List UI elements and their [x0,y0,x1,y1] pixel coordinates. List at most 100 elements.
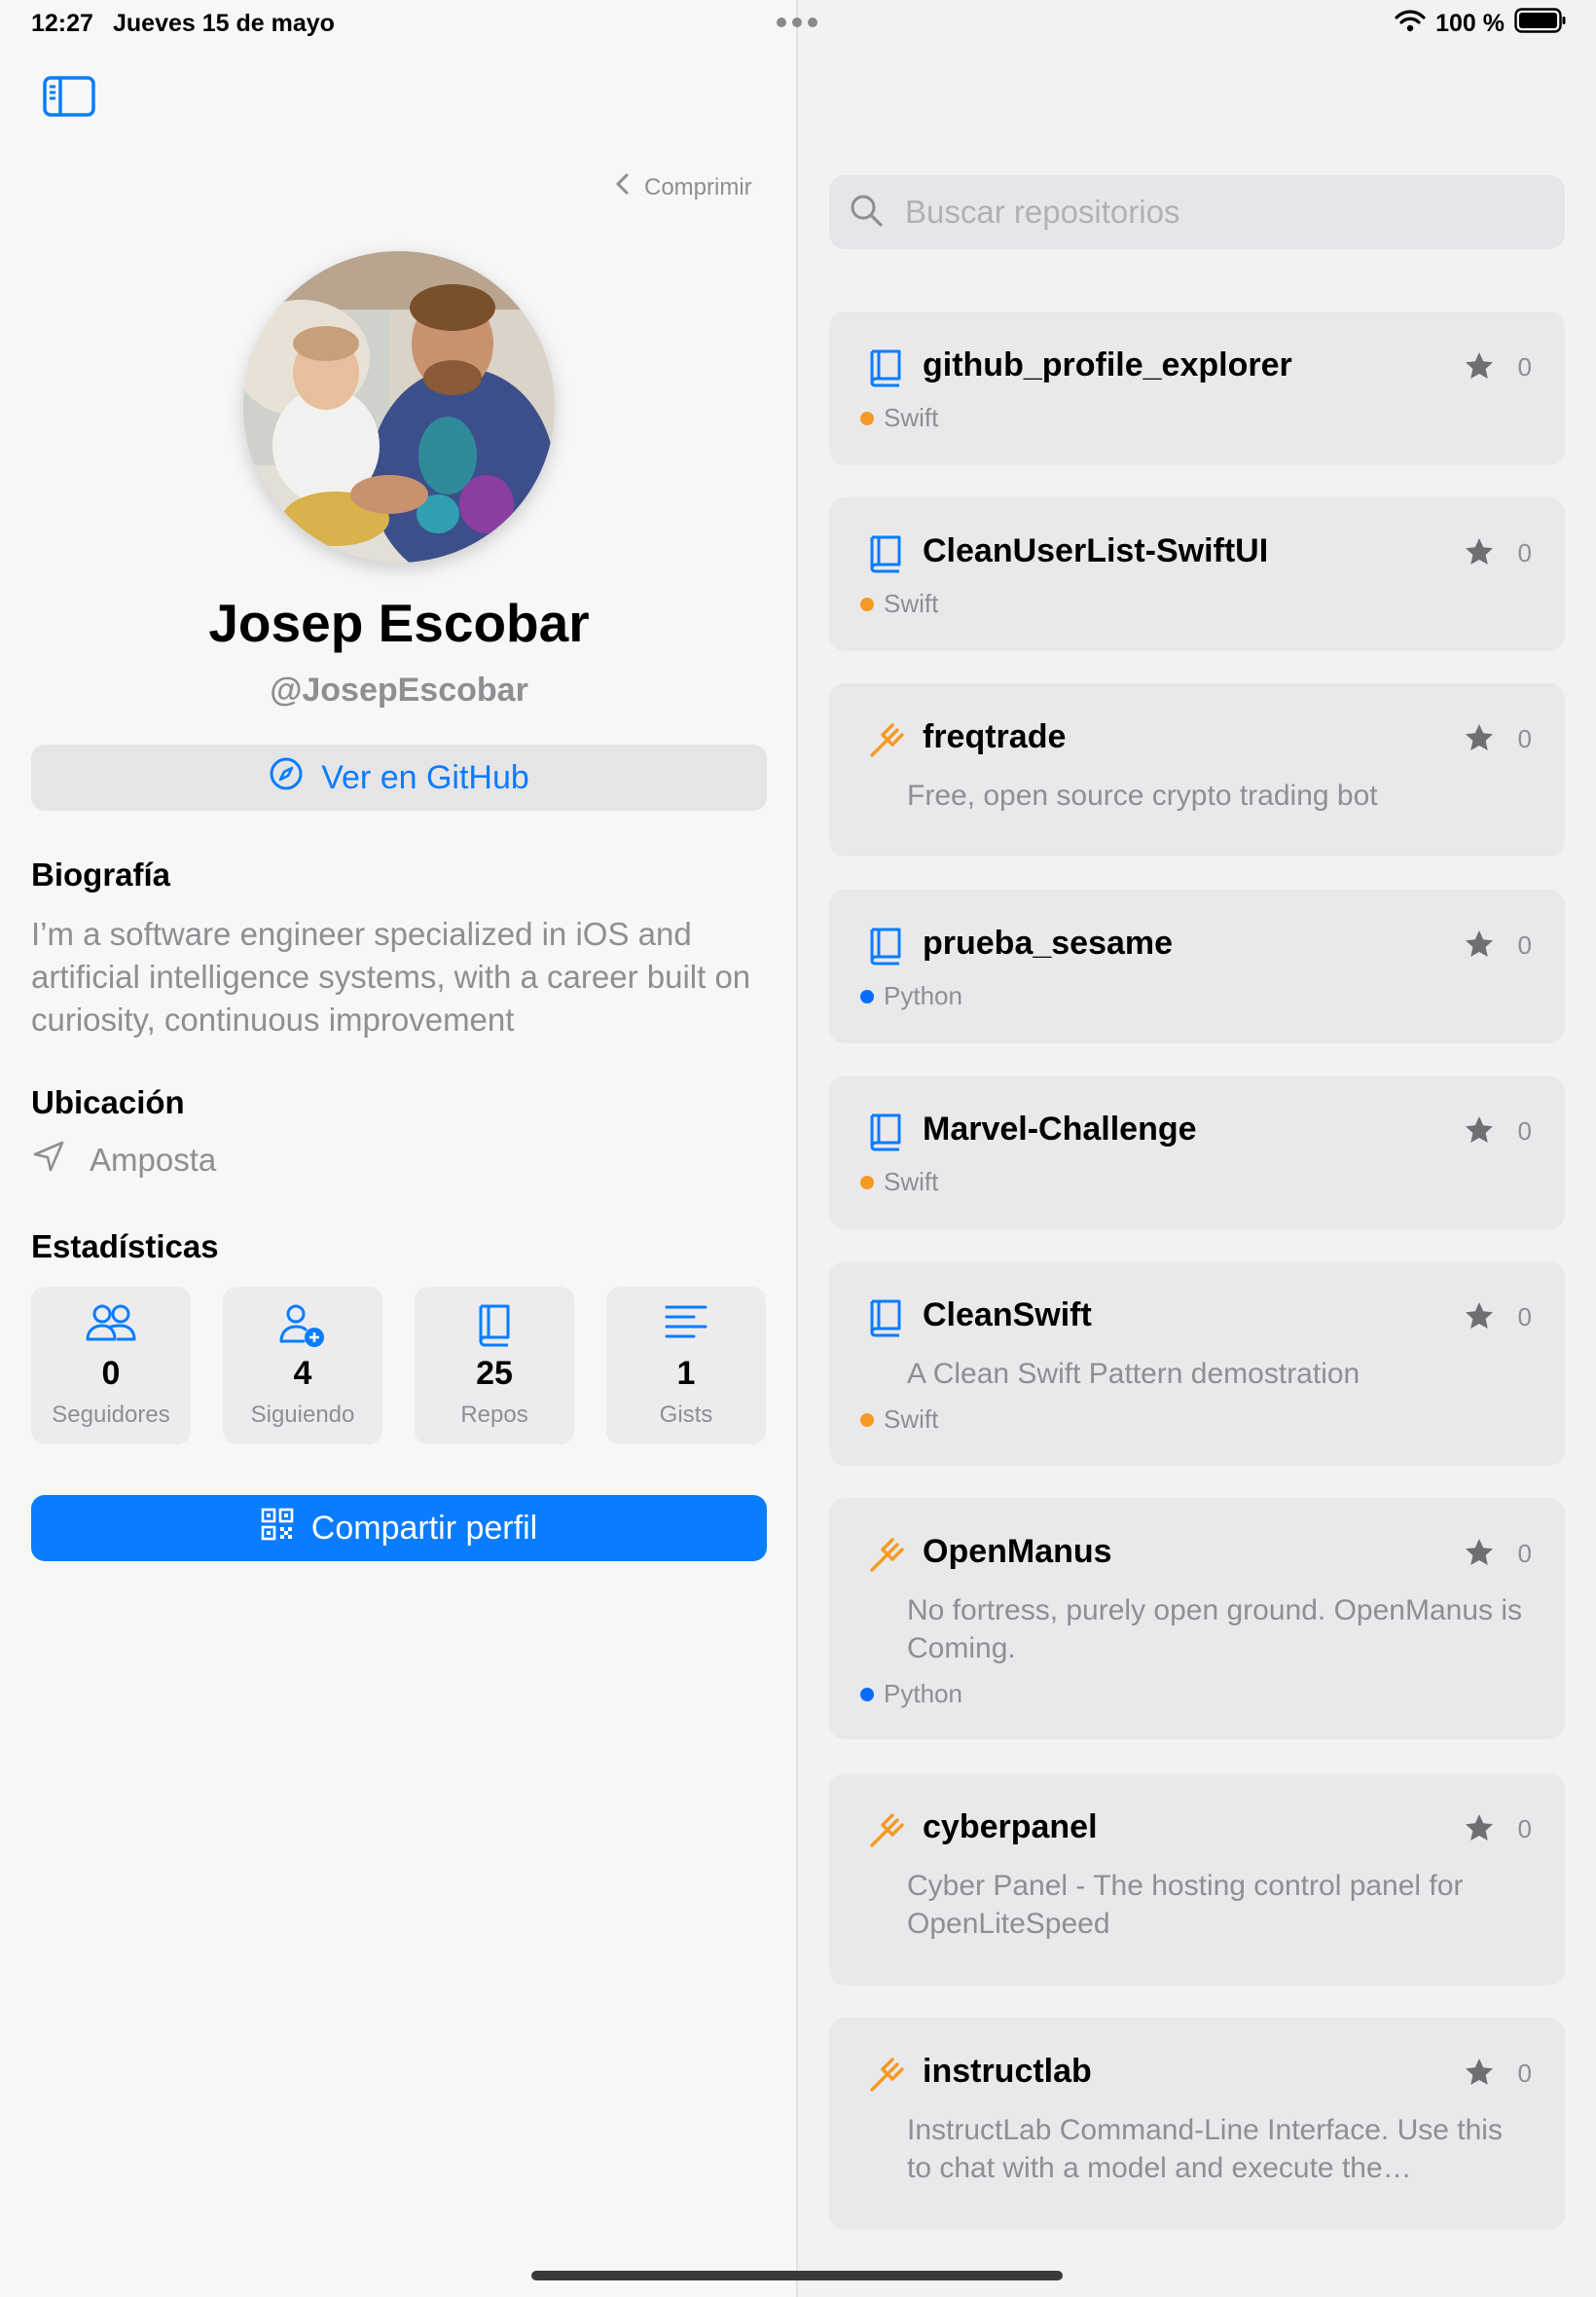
repo-card[interactable]: CleanUserList-SwiftUI 0 Swift [829,497,1565,651]
star-icon [1464,350,1495,382]
book-icon [415,1302,574,1347]
stat-following[interactable]: 4 Siguiendo [223,1287,382,1444]
share-profile-button[interactable]: Compartir perfil [31,1495,767,1561]
stats-title: Estadísticas [31,1228,219,1264]
location-text: Amposta [90,1142,217,1178]
repo-star-count: 0 [1517,538,1532,567]
search-icon [849,193,884,233]
view-on-github-button[interactable]: Ver en GitHub [31,745,767,811]
repo-language: Python [860,981,962,1011]
stat-followers[interactable]: 0 Seguidores [31,1287,191,1444]
repo-name: CleanSwift [923,1296,1092,1333]
repo-name: instructlab [923,2053,1092,2090]
language-dot-icon [860,597,874,611]
fork-icon [866,2055,905,2094]
fork-icon [866,720,905,759]
location-arrow-icon [31,1139,66,1182]
repo-language-label: Swift [884,403,939,432]
repo-star-count: 0 [1517,1539,1532,1568]
book-icon [866,1298,905,1337]
status-time: 12:27 [31,10,93,37]
collapse-label: Comprimir [644,173,752,201]
book-icon [866,927,905,966]
repo-language: Python [860,1679,962,1709]
repo-name: freqtrade [923,718,1067,755]
star-icon [1464,2057,1495,2088]
status-indicators: 100 % [1395,8,1567,40]
language-dot-icon [860,411,874,425]
bio-title: Biografía [31,857,171,893]
person-add-icon [223,1302,382,1349]
repo-language-label: Swift [884,1167,939,1196]
lines-icon [606,1302,766,1341]
repo-name: prueba_sesame [923,925,1174,962]
repo-description: No fortress, purely open ground. OpenMan… [907,1594,1523,1664]
search-input[interactable] [905,194,1528,231]
repo-description: A Clean Swift Pattern demostration [907,1358,1360,1390]
repo-card[interactable]: github_profile_explorer 0 Swift [829,311,1565,465]
repo-language-label: Swift [884,589,939,618]
book-icon [866,348,905,387]
qr-code-icon [261,1508,294,1550]
star-icon [1464,1537,1495,1568]
repo-card[interactable]: prueba_sesame 0 Python [829,890,1565,1043]
stat-label: Seguidores [52,1402,170,1428]
battery-icon [1514,8,1567,40]
wifi-icon [1395,9,1426,39]
repo-language-label: Swift [884,1404,939,1434]
fork-icon [866,1810,905,1849]
star-icon [1464,1300,1495,1331]
compass-icon [269,756,304,800]
repo-description: Cyber Panel - The hosting control panel … [907,1870,1464,1940]
home-indicator[interactable] [531,2271,1063,2280]
repo-description: Free, open source crypto trading bot [907,780,1378,812]
view-on-github-label: Ver en GitHub [321,758,529,796]
search-field[interactable] [829,175,1565,249]
repo-language: Swift [860,1404,938,1435]
share-profile-label: Compartir perfil [310,1509,538,1547]
stat-value: 4 [293,1355,312,1392]
stat-repos[interactable]: 25 Repos [415,1287,574,1444]
multitasking-dots-icon[interactable] [777,18,817,27]
repo-star-count: 0 [1517,724,1532,753]
repositories-pane: github_profile_explorer0SwiftCleanUserLi… [800,0,1596,2297]
language-dot-icon [860,1175,874,1189]
repo-name: CleanUserList-SwiftUI [923,532,1269,569]
repo-star-count: 0 [1517,930,1532,960]
repo-star-count: 0 [1517,352,1532,382]
repo-name: github_profile_explorer [923,346,1292,383]
language-dot-icon [860,1412,874,1427]
repo-star-count: 0 [1517,1116,1532,1146]
book-icon [866,1112,905,1151]
sidebar-toggle-icon[interactable] [43,76,95,117]
stat-value: 0 [101,1355,121,1392]
stat-value: 25 [476,1355,513,1392]
avatar [243,251,555,563]
repo-name: OpenManus [923,1533,1112,1570]
repo-card[interactable]: cyberpanel 0 Cyber Panel - The hosting con… [829,1773,1565,1986]
repo-card[interactable]: instructlab 0 InstructLab Command-Line Int… [829,2018,1565,2230]
location-title: Ubicación [31,1084,185,1120]
repo-star-count: 0 [1517,1302,1532,1331]
repo-card[interactable]: OpenManus 0 No fortress, purely open groun… [829,1498,1565,1739]
star-icon [1464,536,1495,567]
battery-level: 100 % [1435,10,1505,37]
repo-language-label: Python [884,981,962,1010]
stat-value: 1 [676,1355,696,1392]
repo-card[interactable]: freqtrade 0 Free, open source crypto tradi… [829,683,1565,857]
language-dot-icon [860,989,874,1003]
repo-card[interactable]: Marvel-Challenge 0 Swift [829,1076,1565,1229]
repo-language-label: Python [884,1679,962,1708]
stat-label: Siguiendo [250,1402,355,1428]
repo-description: InstructLab Command-Line Interface. Use … [907,2114,1503,2184]
repo-star-count: 0 [1517,2059,1532,2088]
repo-name: Marvel-Challenge [923,1111,1197,1148]
stat-gists[interactable]: 1 Gists [606,1287,766,1444]
language-dot-icon [860,1687,874,1701]
repo-star-count: 0 [1517,1814,1532,1843]
stat-label: Gists [659,1402,713,1428]
collapse-button[interactable]: Comprimir [615,173,752,201]
repo-card[interactable]: CleanSwift 0 A Clean Swift Pattern demostr… [829,1261,1565,1466]
repo-language: Swift [860,1167,938,1197]
profile-pane: Comprimir Josep Escobar @JosepEscobar Ve… [0,0,798,2297]
